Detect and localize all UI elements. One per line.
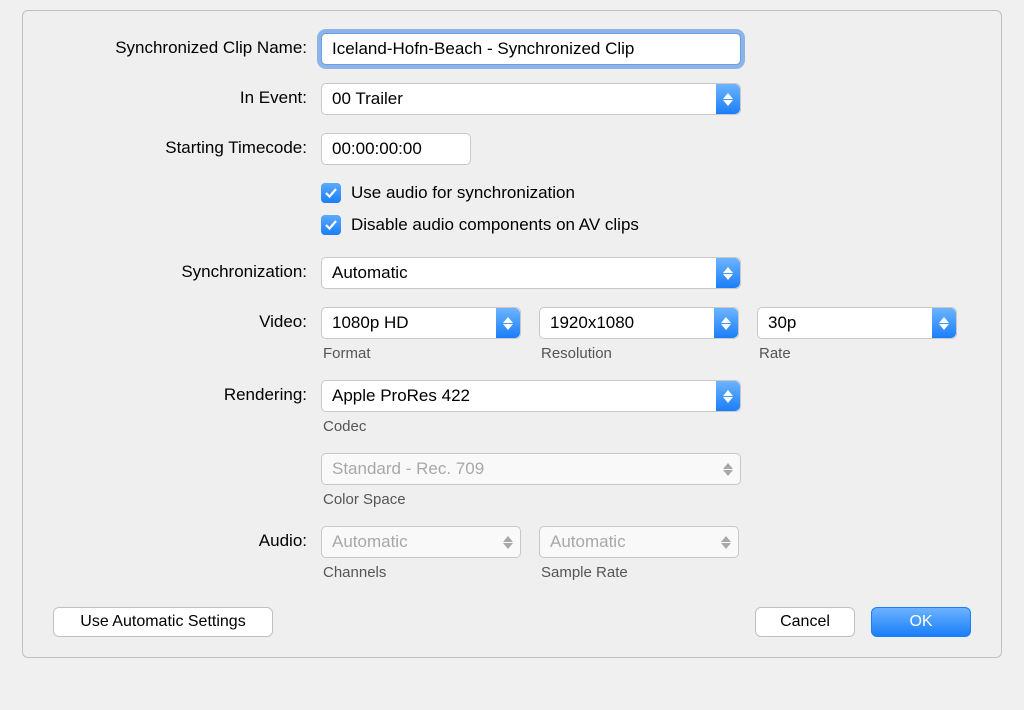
timecode-input[interactable]: 00:00:00:00 (321, 133, 471, 165)
video-resolution-select[interactable]: 1920x1080 (539, 307, 739, 339)
format-sublabel: Format (321, 345, 521, 362)
resolution-sublabel: Resolution (539, 345, 739, 362)
audio-label: Audio: (53, 526, 321, 551)
rendering-codec-value: Apple ProRes 422 (332, 386, 470, 406)
video-rate-value: 30p (768, 313, 796, 333)
sync-clip-dialog: Synchronized Clip Name: Iceland-Hofn-Bea… (22, 10, 1002, 658)
in-event-select[interactable]: 00 Trailer (321, 83, 741, 115)
chevron-updown-icon (932, 308, 956, 338)
in-event-value: 00 Trailer (332, 89, 403, 109)
auto-settings-button[interactable]: Use Automatic Settings (53, 607, 273, 637)
synchronization-value: Automatic (332, 263, 408, 283)
audio-channels-select: Automatic (321, 526, 521, 558)
video-rate-select[interactable]: 30p (757, 307, 957, 339)
clip-name-input[interactable]: Iceland-Hofn-Beach - Synchronized Clip (321, 33, 741, 65)
audio-samplerate-select: Automatic (539, 526, 739, 558)
video-format-select[interactable]: 1080p HD (321, 307, 521, 339)
synchronization-label: Synchronization: (53, 257, 321, 282)
chevron-updown-icon (716, 454, 740, 484)
chevron-updown-icon (496, 527, 520, 557)
timecode-value: 00:00:00:00 (332, 139, 422, 159)
codec-sublabel: Codec (321, 418, 741, 435)
samplerate-sublabel: Sample Rate (539, 564, 739, 581)
chevron-updown-icon (716, 84, 740, 114)
colorspace-sublabel: Color Space (321, 491, 741, 508)
video-format-value: 1080p HD (332, 313, 409, 333)
rate-sublabel: Rate (757, 345, 957, 362)
use-audio-label: Use audio for synchronization (351, 183, 575, 203)
chevron-updown-icon (714, 308, 738, 338)
clip-name-label: Synchronized Clip Name: (53, 33, 321, 58)
ok-button[interactable]: OK (871, 607, 971, 637)
channels-sublabel: Channels (321, 564, 521, 581)
disable-audio-label: Disable audio components on AV clips (351, 215, 639, 235)
rendering-colorspace-value: Standard - Rec. 709 (332, 459, 484, 479)
disable-audio-checkbox[interactable] (321, 215, 341, 235)
timecode-label: Starting Timecode: (53, 133, 321, 158)
synchronization-select[interactable]: Automatic (321, 257, 741, 289)
video-resolution-value: 1920x1080 (550, 313, 634, 333)
chevron-updown-icon (496, 308, 520, 338)
rendering-colorspace-select: Standard - Rec. 709 (321, 453, 741, 485)
chevron-updown-icon (714, 527, 738, 557)
audio-channels-value: Automatic (332, 532, 408, 552)
use-audio-checkbox[interactable] (321, 183, 341, 203)
video-label: Video: (53, 307, 321, 332)
audio-samplerate-value: Automatic (550, 532, 626, 552)
chevron-updown-icon (716, 258, 740, 288)
rendering-codec-select[interactable]: Apple ProRes 422 (321, 380, 741, 412)
clip-name-value: Iceland-Hofn-Beach - Synchronized Clip (332, 39, 634, 59)
rendering-label: Rendering: (53, 380, 321, 405)
chevron-updown-icon (716, 381, 740, 411)
cancel-button[interactable]: Cancel (755, 607, 855, 637)
in-event-label: In Event: (53, 83, 321, 108)
